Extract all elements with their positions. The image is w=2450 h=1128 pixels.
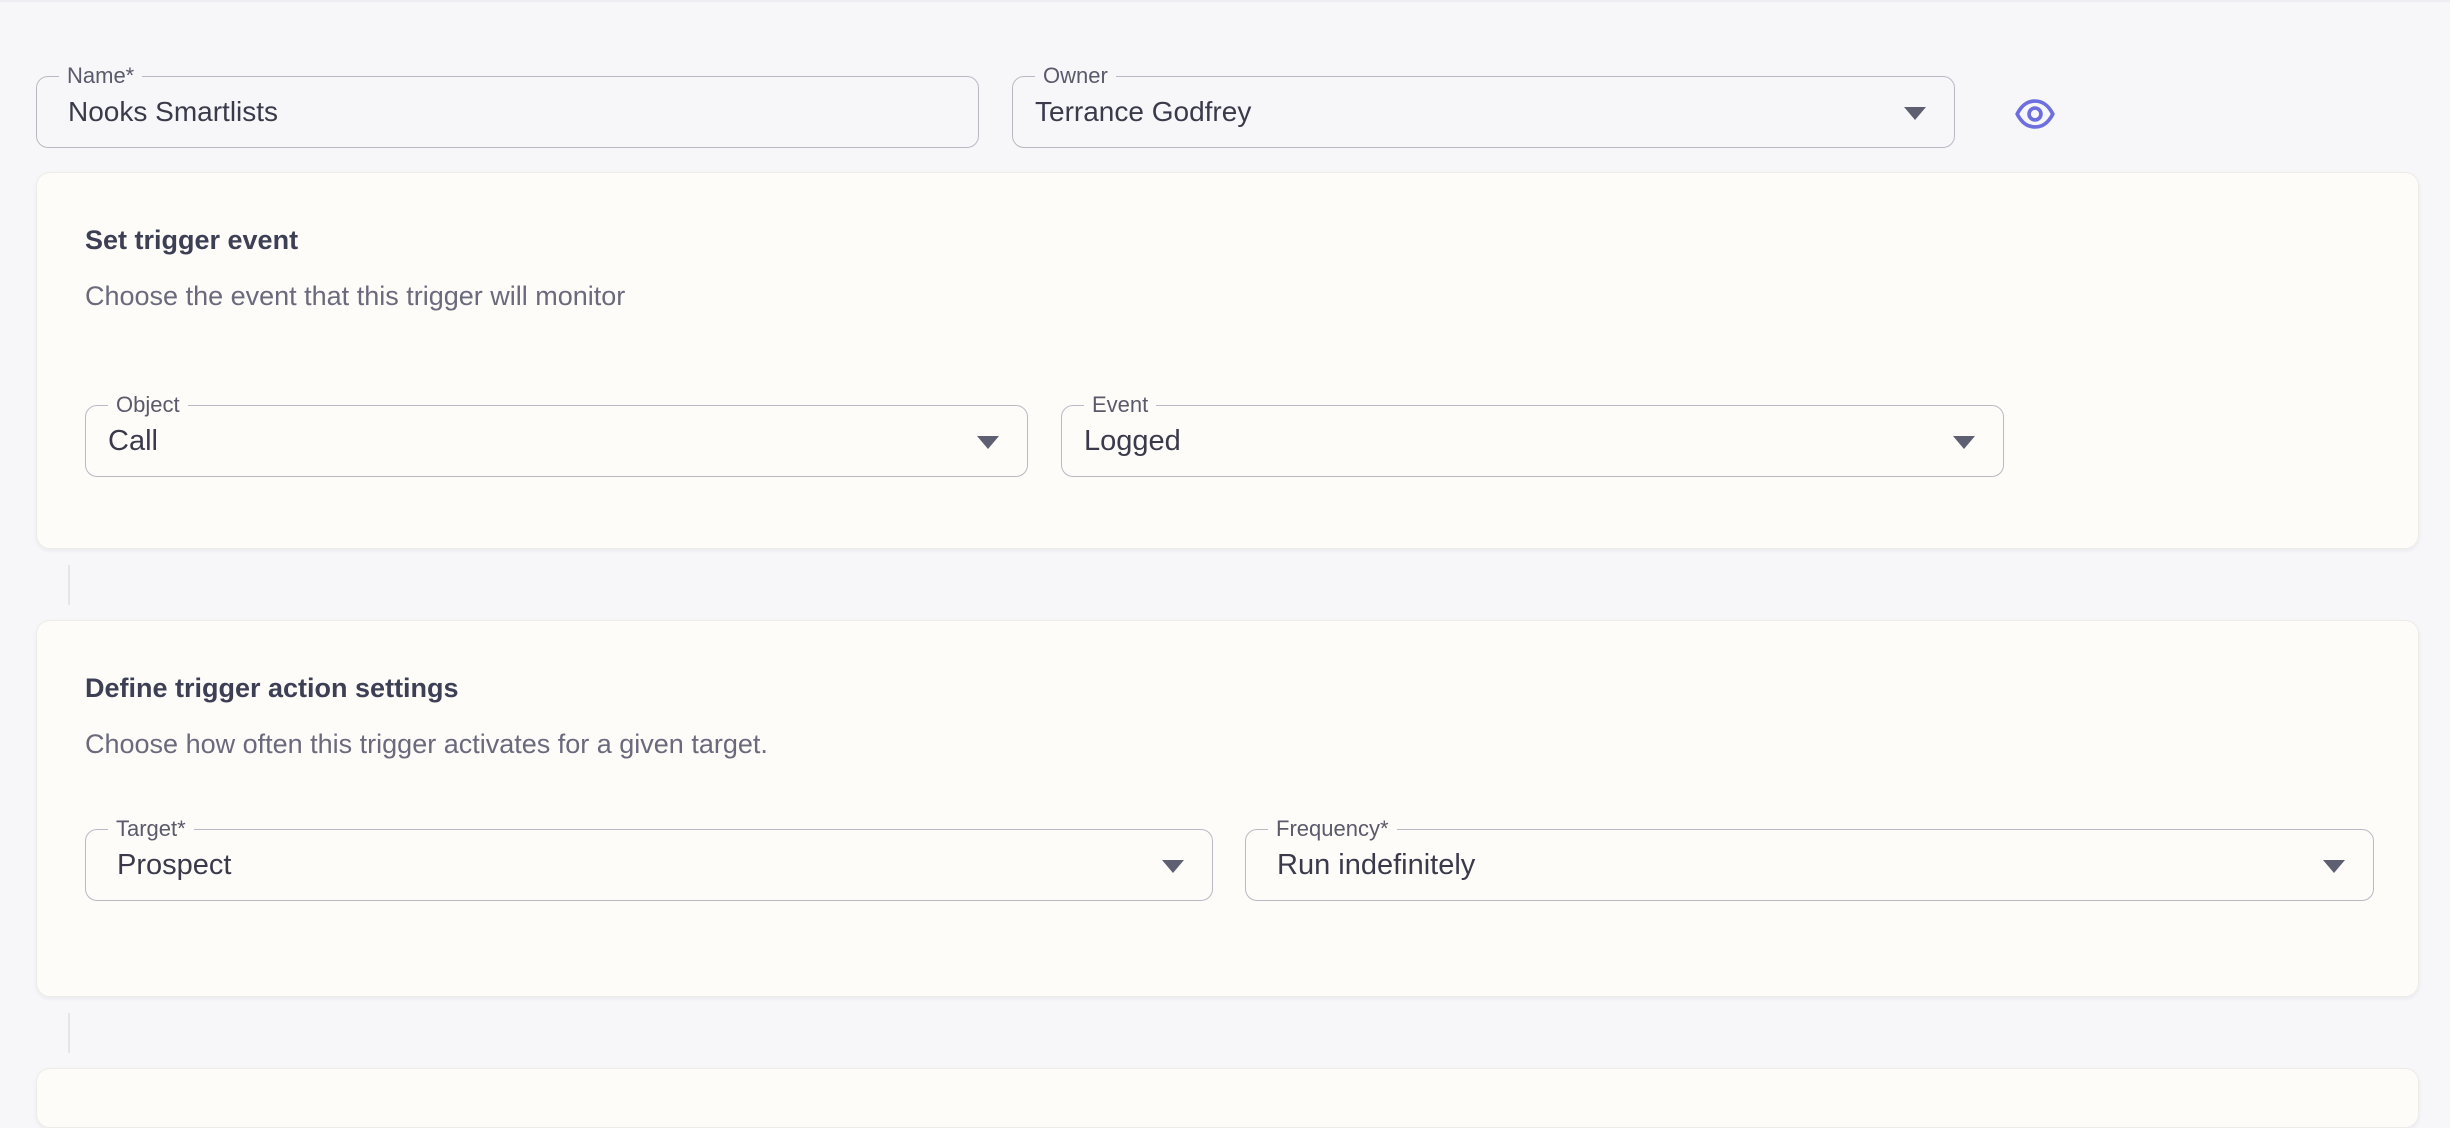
frequency-select[interactable]: Frequency* Run indefinitely — [1245, 816, 2374, 901]
action-settings-title: Define trigger action settings — [85, 673, 459, 703]
object-select[interactable]: Object Call — [85, 392, 1028, 477]
action-settings-card: Define trigger action settings Choose ho… — [36, 620, 2419, 997]
chevron-down-icon — [1162, 860, 1184, 873]
trigger-event-description: Choose the event that this trigger will … — [85, 281, 626, 311]
target-select[interactable]: Target* Prospect — [85, 816, 1213, 901]
chevron-down-icon — [1953, 436, 1975, 449]
frequency-select-value: Run indefinitely — [1277, 849, 1476, 881]
name-field[interactable]: Name* Nooks Smartlists — [36, 63, 979, 148]
next-step-card — [36, 1068, 2419, 1128]
trigger-event-card: Set trigger event Choose the event that … — [36, 172, 2419, 549]
target-select-value: Prospect — [117, 849, 232, 881]
name-field-label: Name* — [59, 63, 143, 89]
chevron-down-icon — [2323, 860, 2345, 873]
frequency-select-label: Frequency* — [1268, 816, 1397, 842]
event-select-value: Logged — [1084, 425, 1181, 457]
action-settings-description: Choose how often this trigger activates … — [85, 729, 768, 759]
event-select-label: Event — [1084, 392, 1157, 418]
step-connector — [68, 565, 70, 605]
chevron-down-icon — [1904, 107, 1926, 120]
name-field-value: Nooks Smartlists — [68, 96, 279, 127]
step-connector — [68, 1013, 70, 1053]
chevron-down-icon — [977, 436, 999, 449]
trigger-event-title: Set trigger event — [85, 225, 299, 255]
target-select-label: Target* — [108, 816, 194, 842]
object-select-value: Call — [108, 425, 158, 457]
eye-icon[interactable] — [2014, 93, 2056, 135]
top-divider — [0, 0, 2450, 2]
object-select-label: Object — [108, 392, 188, 418]
event-select[interactable]: Event Logged — [1061, 392, 2004, 477]
owner-select[interactable]: Owner Terrance Godfrey — [1012, 63, 1955, 148]
owner-select-label: Owner — [1035, 63, 1116, 89]
owner-select-value: Terrance Godfrey — [1035, 96, 1252, 127]
